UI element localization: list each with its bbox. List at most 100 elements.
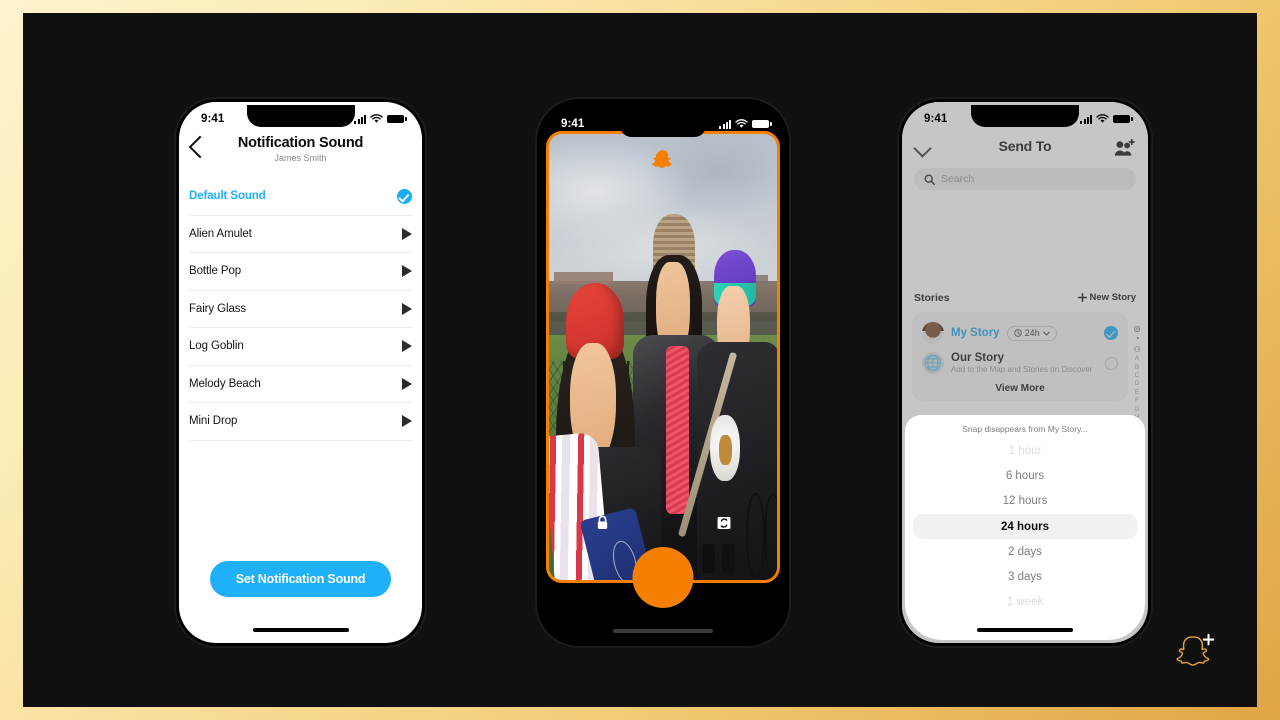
sound-label: Log Goblin <box>189 340 244 353</box>
status-time: 9:41 <box>561 118 585 130</box>
set-notification-sound-button[interactable]: Set Notification Sound <box>209 561 392 597</box>
sound-label: Melody Beach <box>189 377 261 390</box>
wifi-icon <box>1096 114 1109 123</box>
groups-icon[interactable]: ⚇ <box>1133 345 1140 354</box>
my-story-selected-check[interactable] <box>1104 326 1118 340</box>
duration-option[interactable]: 2 days <box>905 539 1145 564</box>
lock-icon[interactable] <box>595 514 610 532</box>
phone-send-to: 9:41 Send To Search Stories New Story My… <box>899 99 1151 646</box>
duration-option[interactable]: 24 hours <box>913 513 1137 540</box>
alpha-index-letter[interactable]: G <box>1134 406 1139 413</box>
selected-check-icon[interactable] <box>397 188 412 204</box>
sound-list: Default Sound Alien Amulet Bottle Pop Fairy… <box>179 178 422 441</box>
page-title: Send To <box>998 138 1052 154</box>
cellular-icon <box>719 119 731 129</box>
search-icon <box>924 174 935 185</box>
plus-icon <box>1077 293 1087 302</box>
flip-camera-icon[interactable] <box>715 514 733 532</box>
sound-row[interactable]: Fairy Glass <box>189 291 412 328</box>
phone2-screen: 9:41 <box>541 103 785 642</box>
duration-option[interactable]: 12 hours <box>905 489 1145 514</box>
send-to-header: Send To <box>902 138 1148 164</box>
chevron-down-icon <box>1042 331 1050 336</box>
photo-person-left <box>549 277 661 580</box>
play-preview-icon[interactable] <box>402 377 412 390</box>
add-friends-icon[interactable] <box>1114 138 1136 158</box>
sound-label: Fairy Glass <box>189 302 247 315</box>
sound-label: Bottle Pop <box>189 265 242 278</box>
cellular-icon <box>1080 114 1092 124</box>
new-story-button[interactable]: New Story <box>1077 292 1136 303</box>
sound-row[interactable]: Bottle Pop <box>189 253 412 291</box>
play-preview-icon[interactable] <box>402 302 412 315</box>
snapchat-ghost-icon <box>651 150 673 168</box>
our-story-radio[interactable] <box>1105 356 1118 370</box>
my-story-label: My Story <box>951 327 1000 339</box>
cellular-icon <box>354 114 366 124</box>
story-duration-value: 24h <box>1024 328 1040 338</box>
phone-notification-sound: 9:41 Notification Sound James Smith Defa… <box>176 99 425 646</box>
sound-row[interactable]: Melody Beach <box>189 366 412 403</box>
sound-label: Mini Drop <box>189 415 238 428</box>
status-icons <box>1080 114 1133 124</box>
sound-row[interactable]: Default Sound <box>189 178 412 216</box>
new-story-label: New Story <box>1089 292 1136 303</box>
alpha-index-letter[interactable]: D <box>1135 380 1140 387</box>
wifi-icon <box>370 114 383 123</box>
alpha-index-letter[interactable]: E <box>1135 389 1139 396</box>
my-story-avatar <box>922 322 944 344</box>
status-time: 9:41 <box>201 113 225 125</box>
duration-option[interactable]: 1 week <box>905 590 1145 615</box>
our-story-avatar <box>922 352 944 374</box>
view-more-button[interactable]: View More <box>920 378 1120 396</box>
our-story-row[interactable]: Our Story Add to the Map and Stories on … <box>920 348 1120 378</box>
stories-section-label: Stories <box>914 292 950 304</box>
play-preview-icon[interactable] <box>402 415 412 428</box>
our-story-subtitle: Add to the Map and Stories on Discover <box>951 365 1093 374</box>
battery-icon <box>752 119 772 129</box>
phone-camera-preview: 9:41 <box>537 99 789 646</box>
phone3-screen: 9:41 Send To Search Stories New Story My… <box>902 102 1148 643</box>
battery-icon <box>387 114 407 124</box>
phone2-dynamic-island <box>620 114 706 137</box>
alpha-index-letter[interactable]: A <box>1135 355 1139 362</box>
home-indicator <box>252 628 349 632</box>
phone1-screen: 9:41 Notification Sound James Smith Defa… <box>179 102 422 643</box>
play-preview-icon[interactable] <box>402 227 412 240</box>
my-story-row[interactable]: My Story 24h <box>920 318 1120 348</box>
stories-card: My Story 24h 🌐 Our Story Add to the Map … <box>912 312 1128 401</box>
status-icons <box>354 114 407 124</box>
snapchat-add-ghost-icon <box>1176 633 1215 666</box>
sound-label: Default Sound <box>189 190 266 203</box>
sound-row[interactable]: Mini Drop <box>189 403 412 441</box>
camera-viewfinder[interactable] <box>546 131 780 583</box>
duration-sheet-title: Snap disappears from My Story... <box>962 424 1088 434</box>
alpha-index-letter[interactable]: C <box>1135 372 1140 379</box>
duration-wheel[interactable]: 1 hour 6 hours 12 hours 24 hours 2 days 3 day… <box>905 438 1145 615</box>
alpha-index-letter[interactable]: F <box>1135 397 1139 404</box>
sound-row[interactable]: Log Goblin <box>189 328 412 366</box>
home-indicator <box>613 629 713 633</box>
sound-row[interactable]: Alien Amulet <box>189 216 412 253</box>
status-time: 9:41 <box>924 113 948 125</box>
clock-icon <box>1013 329 1022 337</box>
shutter-button[interactable] <box>632 547 694 608</box>
cta-container: Set Notification Sound <box>179 561 422 597</box>
sound-label: Alien Amulet <box>189 227 252 240</box>
settings-icon[interactable]: ◎ <box>1134 324 1141 333</box>
duration-picker-sheet: Snap disappears from My Story... 1 hour 6… <box>905 415 1145 640</box>
duration-option[interactable]: 1 hour <box>905 438 1145 463</box>
page-title: Notification Sound <box>237 135 364 151</box>
search-placeholder: Search <box>941 173 975 185</box>
wifi-icon <box>735 119 748 128</box>
play-preview-icon[interactable] <box>402 265 412 278</box>
duration-option[interactable]: 6 hours <box>905 463 1145 488</box>
recent-icon[interactable]: ◔ <box>1135 334 1140 343</box>
search-input[interactable]: Search <box>914 168 1136 190</box>
duration-option[interactable]: 3 days <box>905 564 1145 589</box>
alpha-index-letter[interactable]: B <box>1135 364 1139 371</box>
story-duration-pill[interactable]: 24h <box>1006 325 1057 341</box>
phone3-notch <box>971 105 1079 127</box>
play-preview-icon[interactable] <box>402 340 412 353</box>
home-indicator <box>977 628 1073 632</box>
